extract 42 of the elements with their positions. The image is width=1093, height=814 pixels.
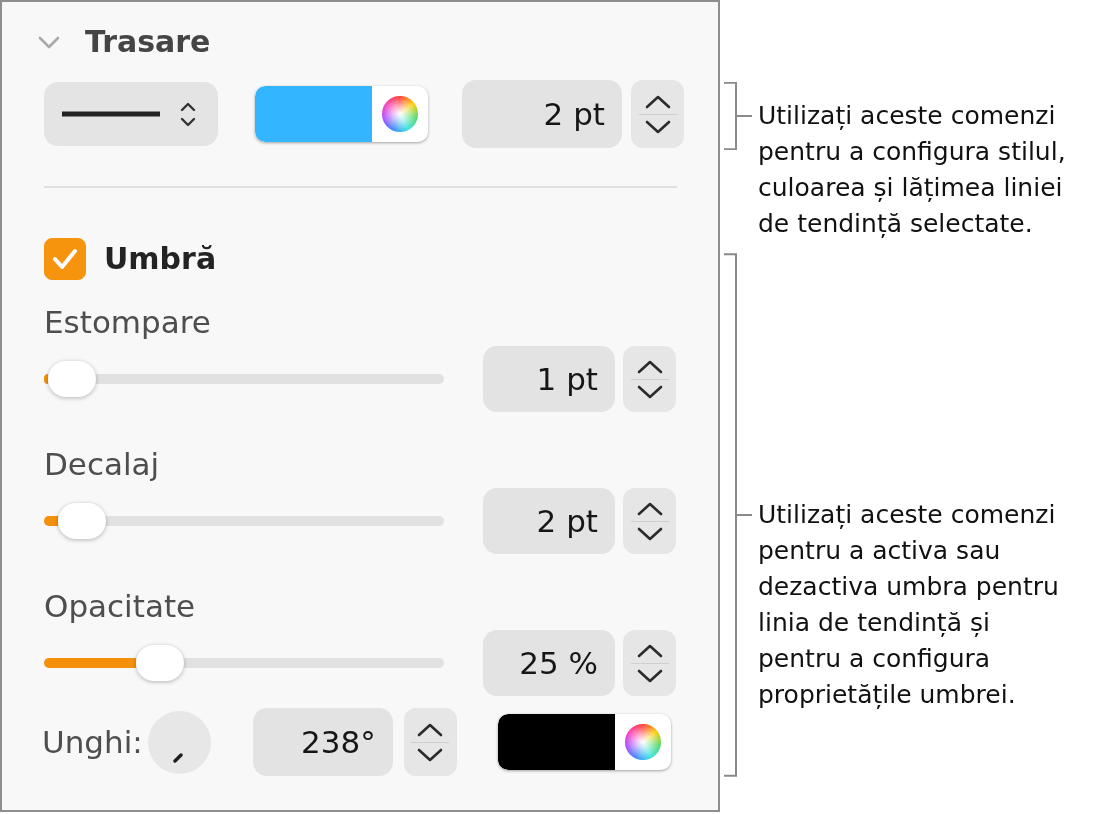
angle-label: Unghi: [42, 726, 143, 758]
chevron-up-icon[interactable] [636, 643, 663, 658]
chevron-up-icon[interactable] [636, 359, 663, 374]
line-sample-icon [62, 111, 160, 117]
line-style-popup[interactable] [44, 82, 218, 146]
callout-text: Utilizați aceste comenzi pentru a activa sau dezactiva umbra pentru linia de tendință și pentru a configura proprietățile umbrei. [758, 499, 1060, 711]
callout-bracket [724, 82, 752, 150]
stepper[interactable] [623, 630, 676, 696]
stepper[interactable] [631, 80, 684, 148]
value-field[interactable]: 1 pt [483, 346, 615, 412]
stepper[interactable] [623, 346, 676, 412]
chevron-up-icon[interactable] [636, 501, 663, 516]
chevron-down-icon[interactable] [636, 384, 663, 399]
value-field[interactable]: 25 % [483, 630, 615, 696]
value-field[interactable]: 2 pt [483, 488, 615, 554]
slider-thumb[interactable] [48, 361, 96, 397]
chevron-up-icon[interactable] [644, 94, 671, 109]
checkbox[interactable] [44, 238, 86, 280]
chevron-down-icon[interactable] [644, 119, 671, 134]
chevron-down-icon[interactable] [417, 747, 444, 762]
slider-label: Estompare [44, 306, 211, 338]
angle-field[interactable]: 238° [252, 708, 393, 776]
chevron-down-icon[interactable] [636, 668, 663, 683]
width-field[interactable]: 2 pt [462, 80, 622, 148]
section-title: Umbră [104, 240, 217, 278]
color-well[interactable] [497, 714, 671, 770]
slider-label: Decalaj [44, 448, 160, 480]
up-down-chevron-icon [180, 100, 196, 128]
color-wheel-icon[interactable] [382, 96, 418, 132]
chevron-down-icon[interactable] [636, 526, 663, 541]
section-title: Trasare [85, 23, 211, 61]
dial-mark-icon [172, 752, 183, 763]
color-wheel-icon[interactable] [624, 724, 661, 760]
slider-thumb[interactable] [58, 503, 106, 539]
checkmark-icon [52, 248, 78, 270]
color-well[interactable] [255, 86, 428, 142]
chevron-up-icon[interactable] [417, 722, 444, 737]
stepper[interactable] [403, 708, 457, 776]
slider-label: Opacitate [44, 590, 196, 622]
callout-text: Utilizați aceste comenzi pentru a configura stilul, culoarea și lățimea liniei de tendință selectate. [758, 100, 1067, 240]
slider-thumb[interactable] [136, 645, 184, 681]
stepper[interactable] [623, 488, 676, 554]
